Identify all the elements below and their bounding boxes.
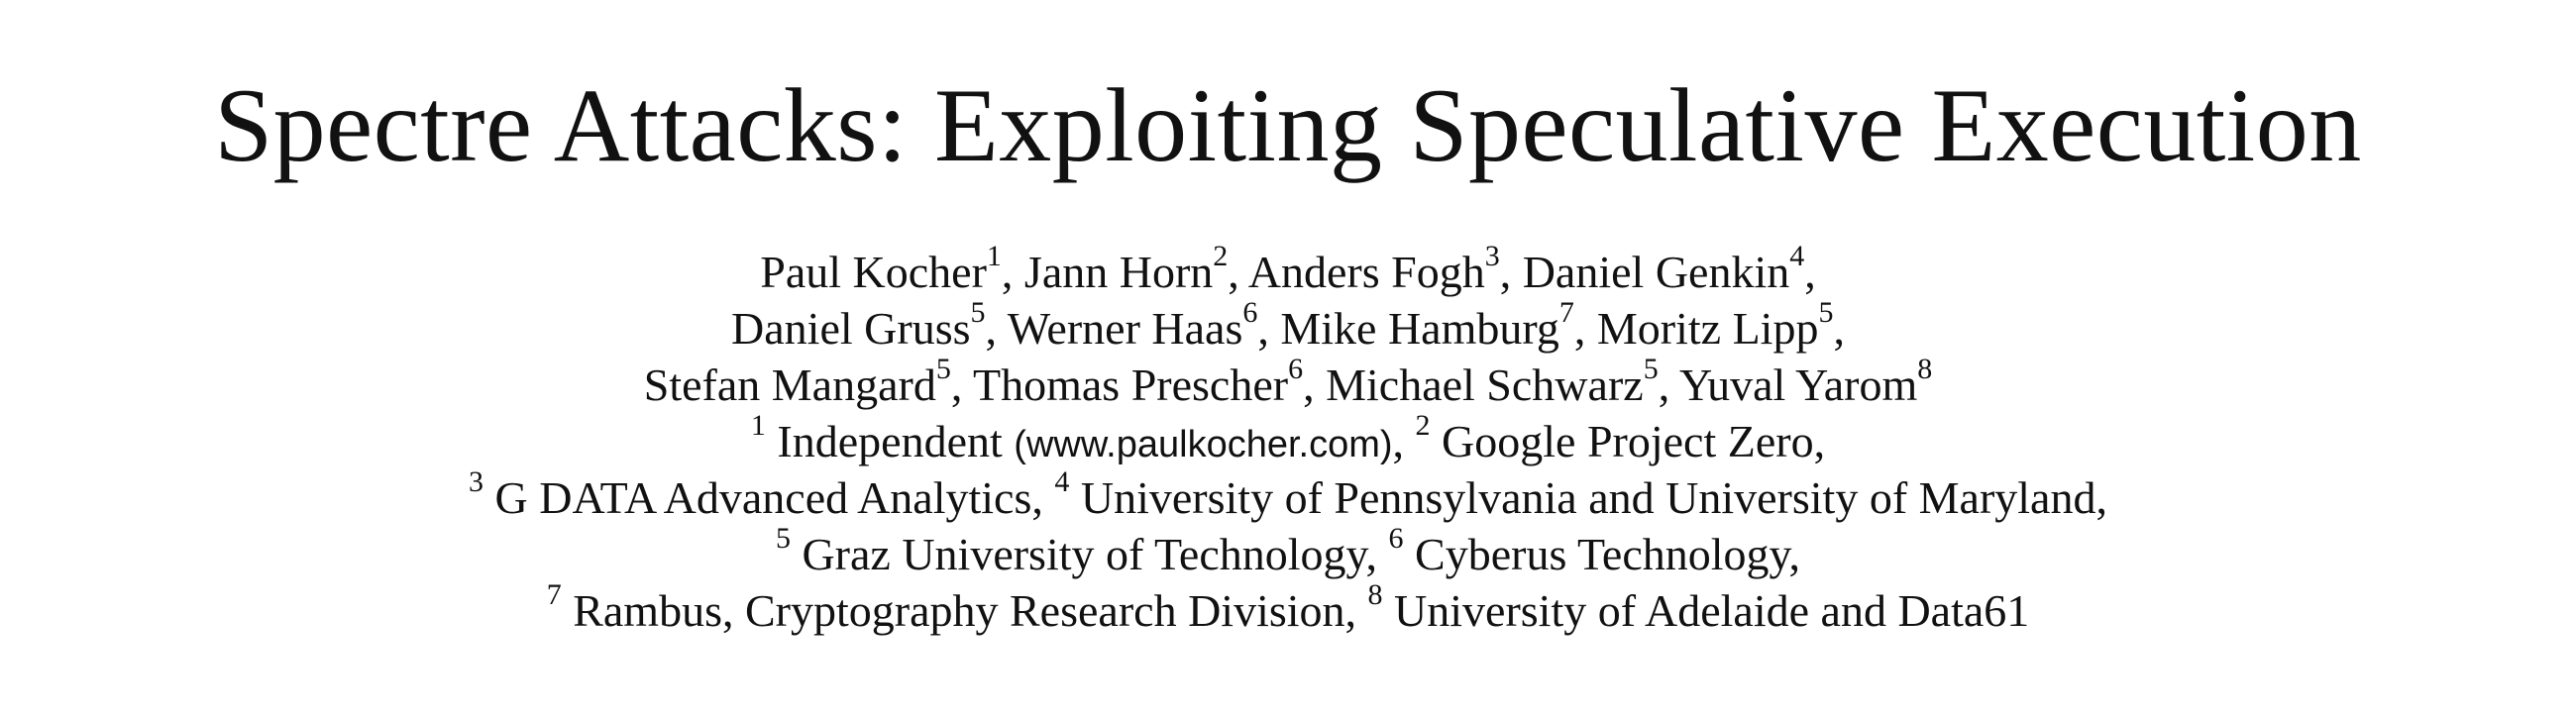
- affiliation-line-1: 1 Independent (www.paulkocher.com), 2 Go…: [750, 408, 1826, 466]
- affiliation-line-3: 5 Graz University of Technology, 6 Cyber…: [775, 521, 1801, 579]
- affiliation-number: 3: [469, 464, 484, 498]
- affiliation-name: Independent: [777, 416, 1003, 466]
- paper-title: Spectre Attacks: Exploiting Speculative …: [214, 67, 2362, 183]
- author-name: Jann Horn: [1023, 247, 1214, 297]
- author-line-1: Paul Kocher1, Jann Horn2, Anders Fogh3, …: [760, 239, 1816, 297]
- affiliation-mark: 6: [1242, 295, 1258, 329]
- affiliation-mark: 2: [1213, 239, 1229, 272]
- author-block: Paul Kocher1, Jann Horn2, Anders Fogh3, …: [0, 239, 2576, 639]
- affiliation-mark: 5: [970, 295, 986, 329]
- author-name: Daniel Genkin: [1522, 247, 1790, 297]
- affiliation-number: 5: [775, 521, 791, 555]
- affiliation-number: 6: [1388, 521, 1404, 555]
- affiliation-mark: 8: [1917, 352, 1933, 385]
- author-name: Yuval Yarom: [1678, 360, 1918, 410]
- affiliation-mark: 5: [935, 352, 951, 385]
- affiliation-number: 4: [1054, 464, 1070, 498]
- affiliation-name: Rambus, Cryptography Research Division: [573, 585, 1345, 636]
- author-name: Werner Haas: [1007, 303, 1243, 354]
- author-name: Moritz Lipp: [1596, 303, 1819, 354]
- affiliation-line-4: 7 Rambus, Cryptography Research Division…: [546, 577, 2030, 636]
- affiliation-number: 2: [1415, 408, 1431, 442]
- author-name: Anders Fogh: [1247, 247, 1485, 297]
- author-name: Michael Schwarz: [1326, 360, 1644, 410]
- author-name: Paul Kocher: [760, 247, 987, 297]
- author-name: Thomas Prescher: [973, 360, 1289, 410]
- affiliation-website: (www.paulkocher.com): [1014, 424, 1393, 465]
- author-line-2: Daniel Gruss5, Werner Haas6, Mike Hambur…: [731, 295, 1845, 354]
- affiliation-number: 8: [1367, 577, 1383, 611]
- affiliation-name: Cyberus Technology: [1415, 529, 1789, 579]
- affiliation-name: University of Adelaide and Data61: [1394, 585, 2030, 636]
- affiliation-mark: 7: [1558, 295, 1574, 329]
- author-name: Mike Hamburg: [1280, 303, 1559, 354]
- affiliation-number: 7: [546, 577, 562, 611]
- affiliation-mark: 6: [1288, 352, 1304, 385]
- affiliation-mark: 4: [1789, 239, 1805, 272]
- affiliation-mark: 1: [986, 239, 1002, 272]
- affiliation-name: Graz University of Technology: [802, 529, 1366, 579]
- affiliation-name: G DATA Advanced Analytics: [494, 472, 1032, 523]
- affiliation-mark: 5: [1818, 295, 1834, 329]
- affiliation-line-2: 3 G DATA Advanced Analytics, 4 Universit…: [469, 464, 2107, 523]
- affiliation-name: Google Project Zero: [1442, 416, 1814, 466]
- affiliation-number: 1: [750, 408, 766, 442]
- author-line-3: Stefan Mangard5, Thomas Prescher6, Micha…: [643, 352, 1933, 410]
- affiliation-mark: 5: [1643, 352, 1659, 385]
- author-name: Stefan Mangard: [643, 360, 936, 410]
- paper-header: Spectre Attacks: Exploiting Speculative …: [0, 0, 2576, 719]
- affiliation-name: University of Pennsylvania and Universit…: [1080, 472, 2096, 523]
- author-name: Daniel Gruss: [731, 303, 971, 354]
- affiliation-mark: 3: [1484, 239, 1500, 272]
